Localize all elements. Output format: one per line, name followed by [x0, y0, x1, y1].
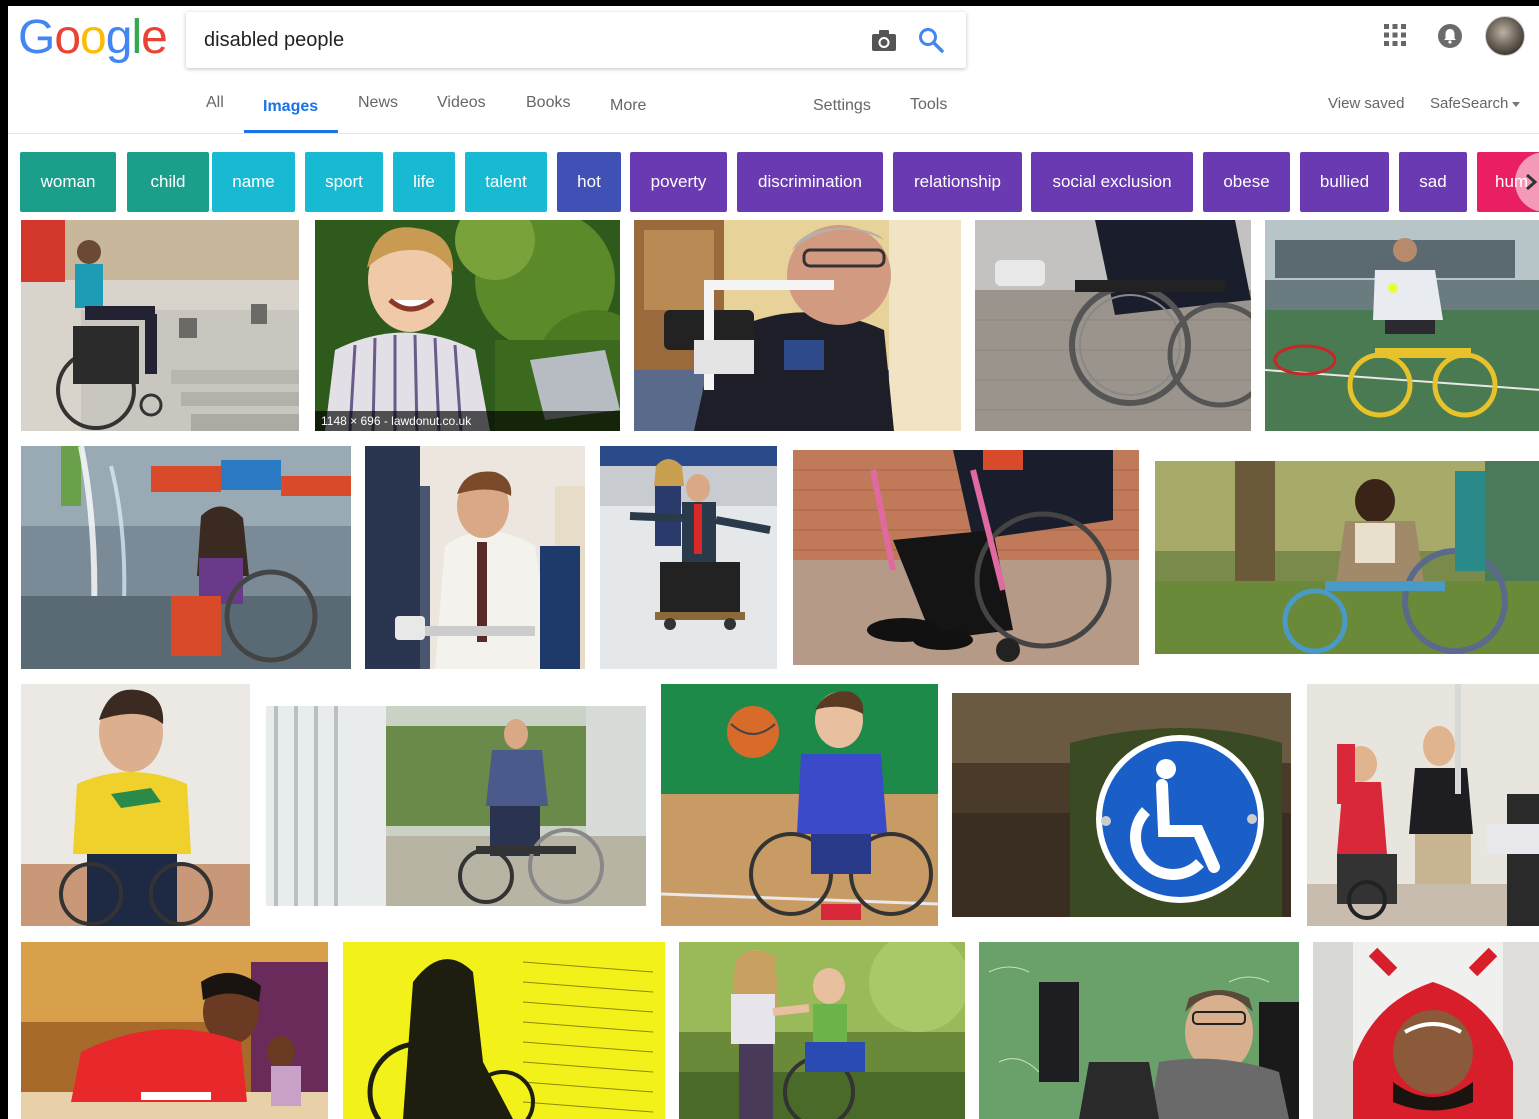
- image-result-man-wheelchair-steps[interactable]: [21, 220, 299, 431]
- chip-poverty[interactable]: poverty: [630, 152, 727, 212]
- logo-letter: e: [141, 11, 168, 64]
- image-result-pink-wheelchair[interactable]: [793, 450, 1139, 665]
- chip-bullied[interactable]: bullied: [1300, 152, 1389, 212]
- chip-label: discrimination: [758, 172, 862, 191]
- image-result-accessibility-sign[interactable]: [952, 693, 1291, 917]
- safesearch-dropdown[interactable]: SafeSearch: [1430, 95, 1521, 112]
- image-result-girl-fountain-wheelchair[interactable]: [21, 446, 351, 669]
- chip-label: poverty: [650, 172, 707, 191]
- chip-woman[interactable]: woman: [20, 152, 116, 212]
- image-result-wheelchair-tennis[interactable]: [1265, 220, 1539, 431]
- safesearch-label: SafeSearch: [1430, 95, 1509, 112]
- chip-label: social exclusion: [1052, 172, 1172, 191]
- chip-life[interactable]: life: [393, 152, 455, 212]
- image-result-girls-park-wheelchair[interactable]: [679, 942, 965, 1119]
- chip-sport[interactable]: sport: [305, 152, 383, 212]
- image-caption: 1148 × 696 - lawdonut.co.uk: [315, 411, 620, 431]
- image-result-man-phone-wheelchair[interactable]: [266, 706, 646, 906]
- settings-link[interactable]: Settings: [813, 97, 871, 115]
- image-result-man-yellow-shirt[interactable]: [21, 684, 250, 926]
- image-result-man-office-computer[interactable]: [365, 446, 585, 669]
- tab-more[interactable]: More: [610, 97, 646, 115]
- search-icon[interactable]: [918, 27, 944, 53]
- image-result-boy-basketball[interactable]: [661, 684, 938, 926]
- chip-sad[interactable]: sad: [1399, 152, 1467, 212]
- chip-name[interactable]: name: [212, 152, 295, 212]
- chip-child[interactable]: child: [127, 152, 209, 212]
- chip-label: sad: [1419, 172, 1447, 191]
- search-box: [186, 12, 966, 68]
- tab-books[interactable]: Books: [526, 94, 570, 112]
- view-saved-link[interactable]: View saved: [1328, 95, 1404, 112]
- image-result-man-and-boy-room[interactable]: [1307, 684, 1539, 926]
- image-result-yellow-silhouette-forms[interactable]: [343, 942, 665, 1119]
- chip-label: relationship: [914, 172, 1001, 191]
- image-result-upside-down-man[interactable]: [1313, 942, 1539, 1119]
- chip-obese[interactable]: obese: [1203, 152, 1290, 212]
- chip-label: bullied: [1319, 172, 1370, 191]
- image-result-man-red-shirt-drawing[interactable]: [21, 942, 328, 1119]
- search-input[interactable]: [204, 24, 844, 56]
- logo-letter: o: [80, 11, 107, 64]
- chip-label: sport: [325, 172, 363, 191]
- chip-label: child: [150, 172, 186, 191]
- logo-letter: o: [54, 11, 81, 64]
- account-avatar[interactable]: [1485, 16, 1525, 56]
- image-result-wheelchair-cobblestones[interactable]: [975, 220, 1251, 431]
- google-logo[interactable]: Google: [18, 10, 168, 66]
- tools-link[interactable]: Tools: [910, 96, 947, 114]
- nav-divider: [8, 133, 1539, 134]
- chip-label: hot: [577, 172, 601, 191]
- tab-all[interactable]: All: [206, 94, 224, 112]
- notifications-icon[interactable]: [1437, 23, 1463, 49]
- image-result-man-chalkboard-wheelchair[interactable]: [979, 942, 1299, 1119]
- results-page: Google disabled people All Images News V…: [8, 6, 1539, 1119]
- chip-label: life: [413, 172, 435, 191]
- chip-discrimination[interactable]: discrimination: [737, 152, 883, 212]
- chevron-down-icon: [1512, 101, 1521, 107]
- tab-news[interactable]: News: [358, 94, 398, 112]
- chevron-right-icon: [1526, 173, 1537, 191]
- chip-talent[interactable]: talent: [465, 152, 547, 212]
- image-result-man-with-arm-brace[interactable]: [634, 220, 961, 431]
- camera-icon[interactable]: [871, 28, 897, 52]
- logo-letter: G: [18, 11, 55, 64]
- chip-relationship[interactable]: relationship: [893, 152, 1022, 212]
- chip-label: obese: [1223, 172, 1270, 191]
- image-result-boy-blue-wheelchair[interactable]: [1155, 461, 1539, 654]
- related-chips: woman child name sport life talent hot p…: [8, 152, 1539, 212]
- chip-label: woman: [40, 172, 96, 191]
- tab-videos[interactable]: Videos: [437, 94, 486, 112]
- image-result-man-ice-skating-wheelchair[interactable]: [600, 446, 777, 669]
- apps-grid-icon[interactable]: [1384, 24, 1406, 46]
- chip-label: name: [232, 172, 275, 191]
- image-result-young-man-laptop[interactable]: 1148 × 696 - lawdonut.co.uk: [315, 220, 620, 431]
- chip-social-exclusion[interactable]: social exclusion: [1031, 152, 1193, 212]
- chip-hot[interactable]: hot: [557, 152, 621, 212]
- logo-letter: l: [131, 11, 142, 64]
- logo-letter: g: [105, 11, 133, 64]
- tab-images[interactable]: Images: [263, 98, 318, 116]
- chip-label: talent: [485, 172, 527, 191]
